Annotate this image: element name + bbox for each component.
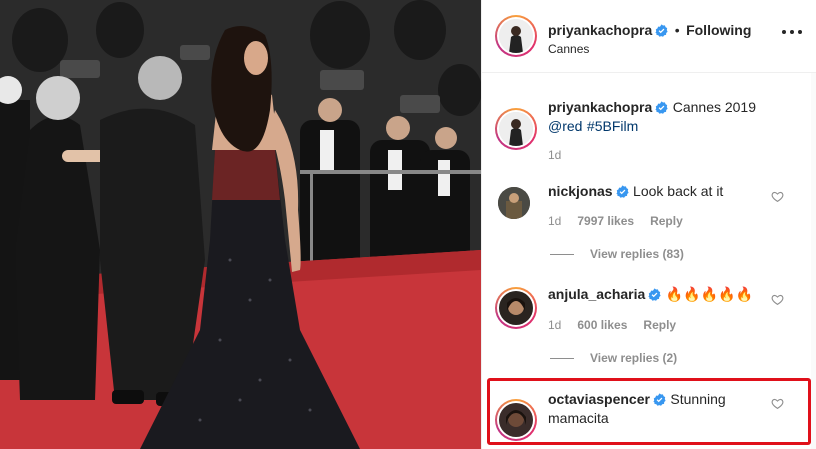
comment-meta: 1d 600 likes Reply [548, 318, 692, 332]
comment-text: Look back at it [633, 183, 724, 199]
following-button[interactable]: Following [686, 22, 751, 38]
comment-row: anjula_acharia 🔥🔥🔥🔥🔥 [548, 285, 753, 304]
caption-username[interactable]: priyankachopra [548, 99, 652, 115]
avatar-photo [499, 291, 533, 325]
avatar-photo [499, 112, 533, 146]
comment-username[interactable]: anjula_acharia [548, 286, 645, 302]
comment-likes[interactable]: 600 likes [577, 318, 627, 332]
avatar-photo [498, 187, 530, 219]
comment-avatar[interactable] [498, 187, 530, 219]
comment-likes[interactable]: 7997 likes [577, 214, 634, 228]
author-avatar[interactable] [495, 15, 537, 57]
more-options-icon[interactable] [782, 30, 802, 36]
post-location[interactable]: Cannes [548, 41, 751, 57]
reply-button[interactable]: Reply [643, 318, 676, 332]
hashtag-link[interactable]: #5BFilm [587, 118, 638, 134]
comment-avatar[interactable] [495, 287, 537, 329]
post-photo[interactable] [0, 0, 481, 449]
caption-text: Cannes 2019 [672, 99, 757, 115]
verified-badge-icon [655, 24, 668, 37]
reply-button[interactable]: Reply [650, 214, 683, 228]
comment-time: 1d [548, 318, 562, 332]
caption-time: 1d [548, 148, 562, 162]
separator-dot: • [674, 22, 680, 38]
comment-username[interactable]: nickjonas [548, 183, 613, 199]
verified-badge-icon [616, 185, 629, 198]
heart-outline-icon[interactable] [771, 190, 784, 203]
comment-meta: 1d 7997 likes Reply [548, 214, 699, 228]
caption-avatar[interactable] [495, 108, 537, 150]
view-replies-button[interactable]: View replies (2) [550, 351, 677, 365]
red-carpet-photo [0, 0, 481, 449]
comments-scrollbar[interactable] [811, 73, 816, 449]
verified-badge-icon [648, 288, 661, 301]
author-username[interactable]: priyankachopra [548, 22, 652, 38]
heart-outline-icon[interactable] [771, 293, 784, 306]
view-replies-button[interactable]: View replies (83) [550, 247, 684, 261]
comment-text: 🔥🔥🔥🔥🔥 [665, 286, 753, 302]
comment-time: 1d [548, 214, 562, 228]
verified-badge-icon [655, 101, 668, 114]
mention-link[interactable]: @red [548, 118, 582, 134]
avatar-photo [499, 19, 533, 53]
post-header: priyankachopra • Following Cannes [482, 0, 816, 73]
caption: priyankachopra Cannes 2019 @red #5BFilm [548, 98, 788, 136]
highlight-box [487, 378, 811, 445]
comment-row: nickjonas Look back at it [548, 182, 723, 201]
